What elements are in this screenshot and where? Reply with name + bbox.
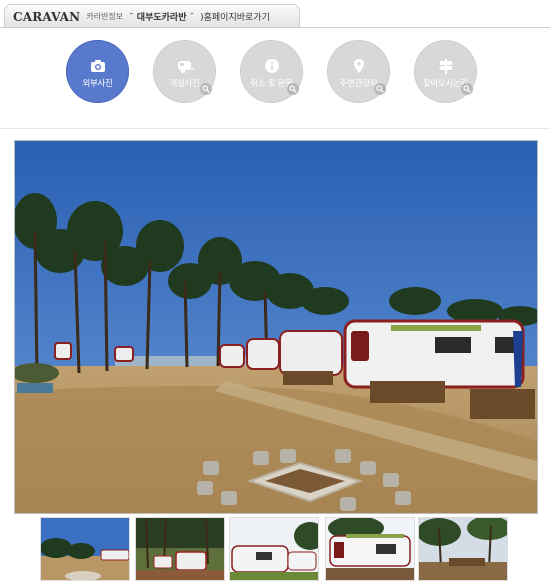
main-photo — [14, 140, 538, 514]
search-icon — [287, 83, 299, 95]
nav-cancel-refund[interactable]: 취소 및 환불 — [240, 40, 303, 103]
section-divider — [0, 128, 550, 129]
signpost-icon — [438, 59, 453, 74]
thumb-pine-caravans — [136, 518, 224, 580]
caravan-icon — [177, 61, 194, 73]
nav-exterior-photos[interactable]: 외부사진 — [66, 40, 129, 103]
section-label: 카라반정보 — [86, 12, 124, 21]
thumbnail-strip — [40, 517, 512, 581]
thumbnail-4[interactable] — [325, 517, 415, 581]
nav-label: 외부사진 — [82, 79, 113, 89]
search-icon — [374, 83, 386, 95]
thumbnail-3[interactable] — [229, 517, 319, 581]
search-icon — [461, 83, 473, 95]
nav-label: 객실사진 — [169, 79, 200, 89]
nav-room-photos[interactable]: 객실사진 — [153, 40, 216, 103]
header-divider — [0, 27, 550, 28]
brand-logo: CARAVAN — [13, 9, 81, 24]
nav-nearby-attractions[interactable]: 주변관광지 — [327, 40, 390, 103]
camera-icon — [90, 60, 105, 72]
header-bar: CARAVAN 카라반정보 ˘ 대부도카라반 ˘ )홈페이지바로가기 — [0, 0, 550, 30]
thumbnail-1[interactable] — [40, 517, 130, 581]
thumbnail-5[interactable] — [418, 517, 508, 581]
search-icon — [200, 83, 212, 95]
nav-label: 주변관광지 — [339, 79, 378, 89]
thumb-caravan-row — [230, 518, 318, 580]
thumb-green-caravan — [326, 518, 414, 580]
thumb-trees-deck — [419, 518, 507, 580]
homepage-link[interactable]: )홈페이지바로가기 — [200, 10, 270, 23]
nav-directions[interactable]: 찾아오시는길 — [414, 40, 477, 103]
thumb-campsite — [41, 518, 129, 580]
info-icon — [264, 59, 279, 73]
campsite-caravans-photo — [15, 141, 537, 513]
header-tab: CARAVAN 카라반정보 ˘ 대부도카라반 ˘ )홈페이지바로가기 — [4, 4, 300, 28]
thumbnail-2[interactable] — [135, 517, 225, 581]
page-title: ˘ 대부도카라반 ˘ — [129, 13, 195, 23]
map-pin-icon — [353, 59, 364, 73]
photo-category-nav: 외부사진 객실사진 취소 및 환불 주변관광지 찾아오시는길 — [0, 40, 550, 104]
